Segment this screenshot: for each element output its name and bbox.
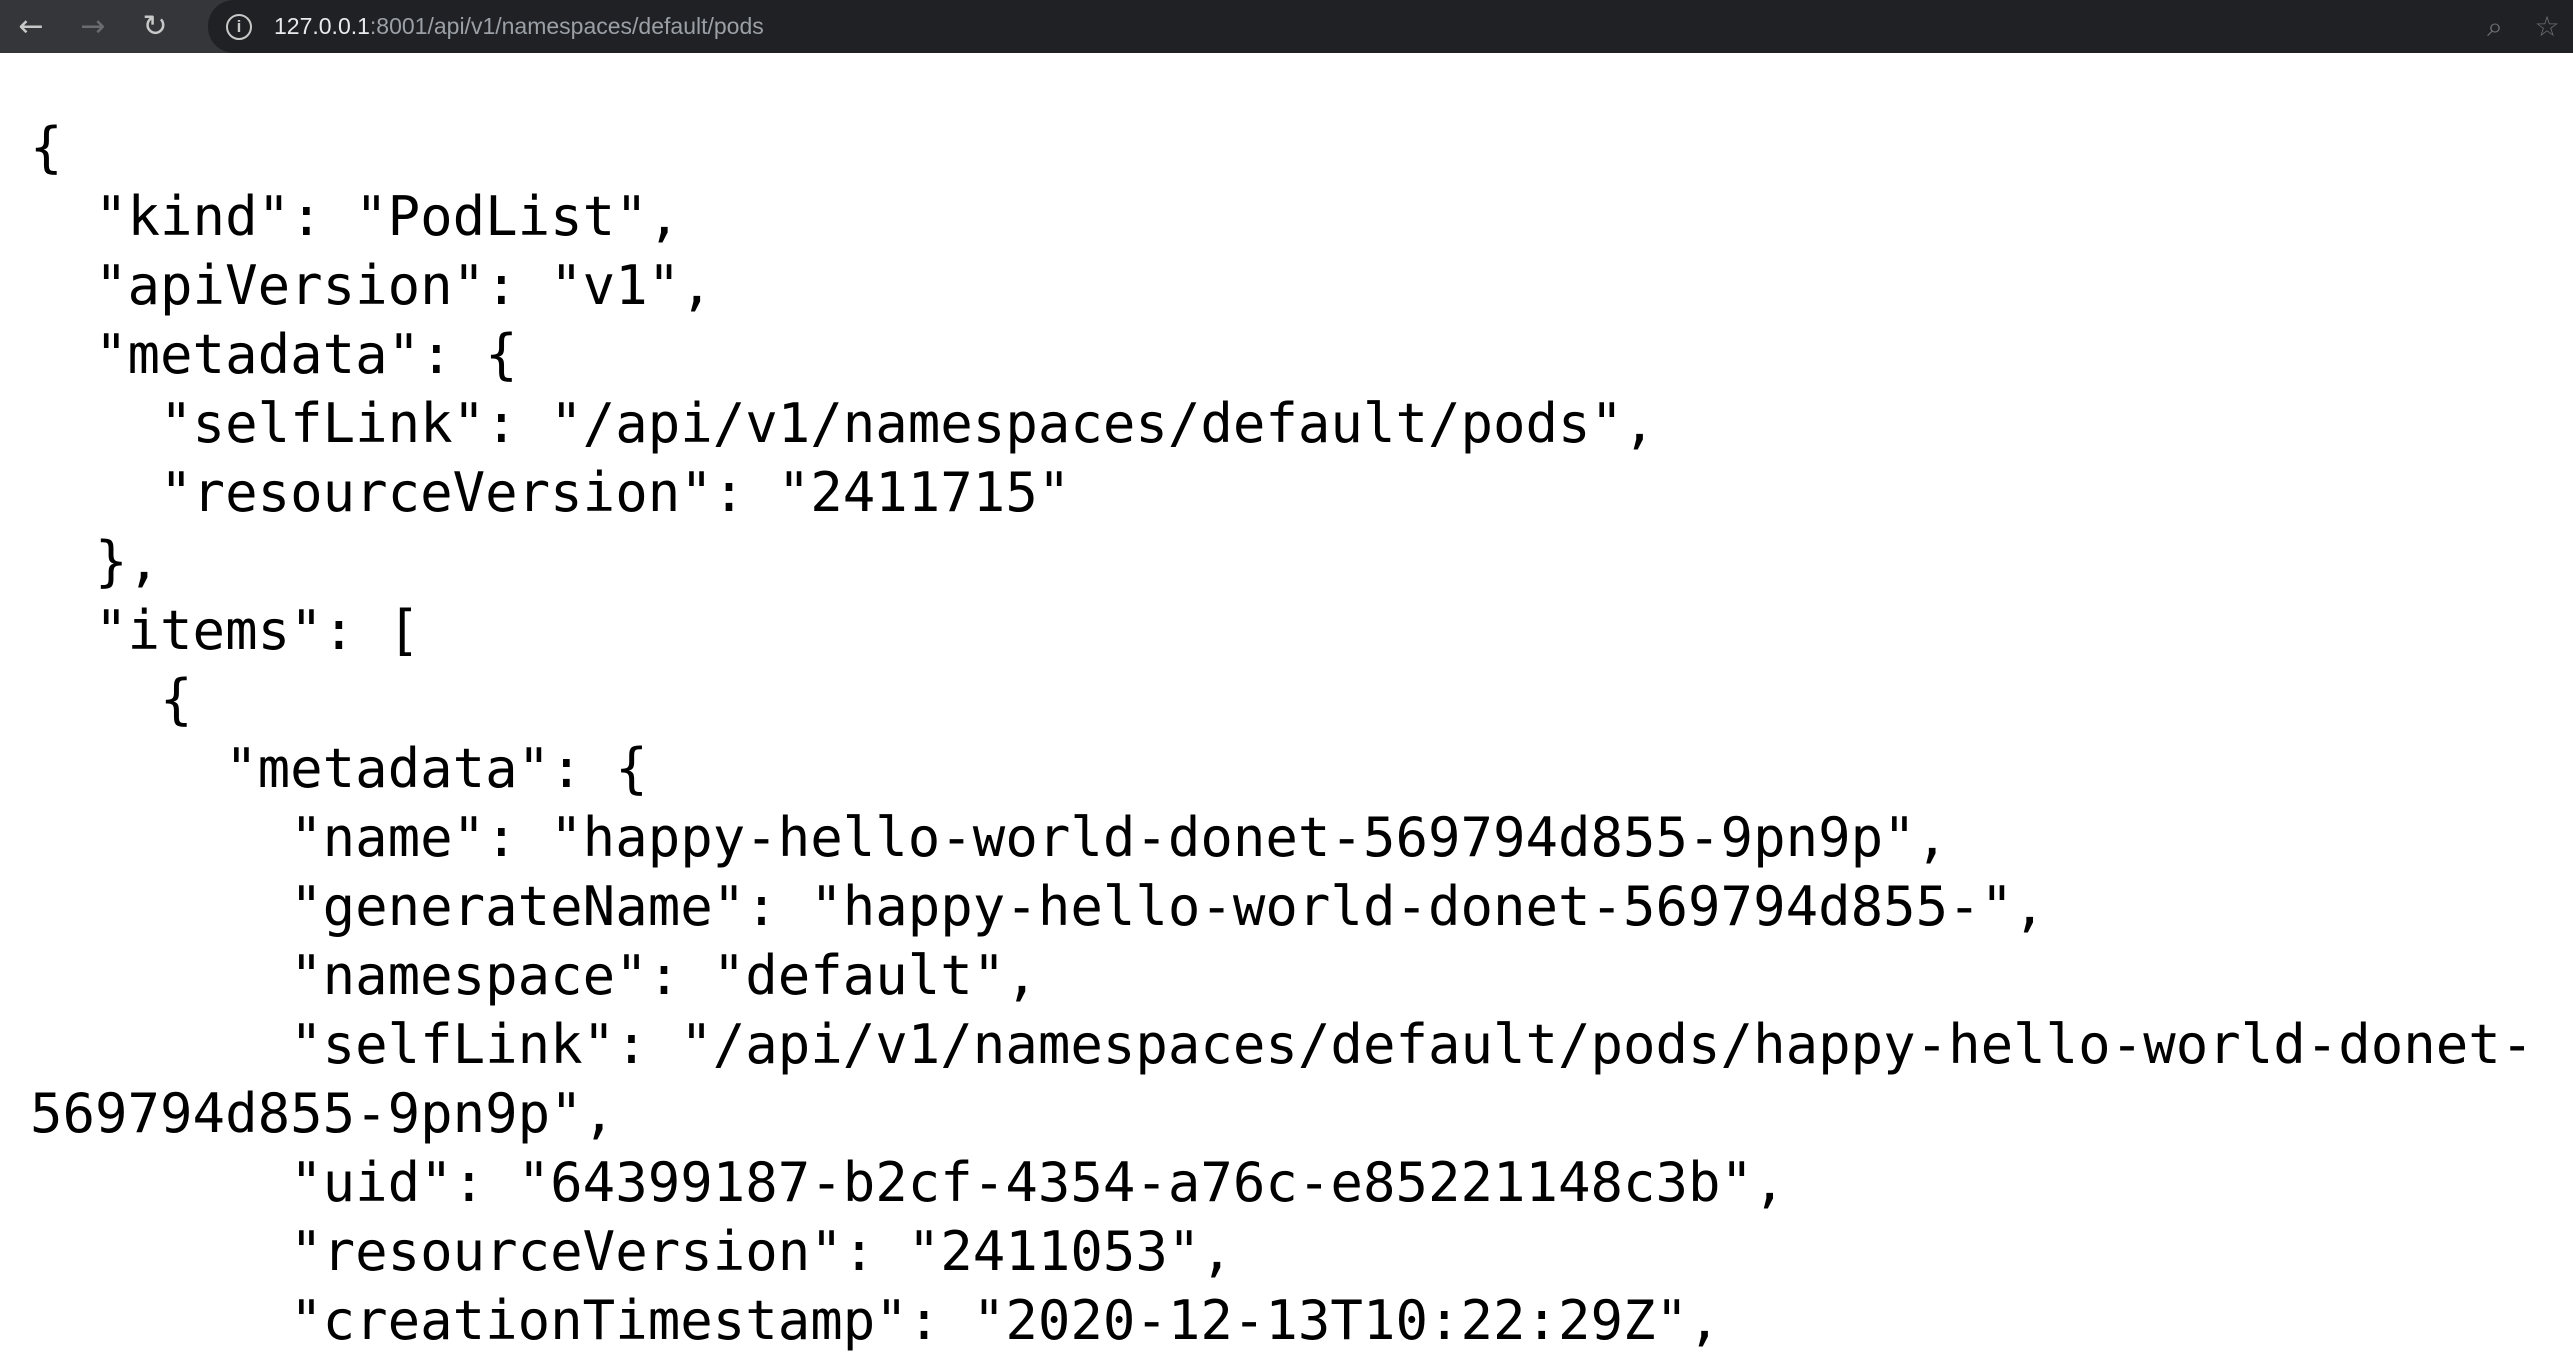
json-line: { <box>30 116 63 179</box>
json-line: }, <box>30 530 161 593</box>
omnibox-actions: ⌕ ☆ <box>2469 0 2573 53</box>
json-line: { <box>30 668 193 731</box>
json-line: "selfLink": "/api/v1/namespaces/default/… <box>30 1013 2534 1076</box>
json-line: "metadata": { <box>30 323 518 386</box>
bookmark-star-icon[interactable]: ☆ <box>2521 0 2573 53</box>
json-line: "apiVersion": "v1", <box>30 254 713 317</box>
json-line: "creationTimestamp": "2020-12-13T10:22:2… <box>30 1289 1721 1352</box>
address-bar[interactable]: i 127.0.0.1:8001/api/v1/namespaces/defau… <box>208 0 2573 53</box>
json-line: "generateName": "happy-hello-world-donet… <box>30 875 2046 938</box>
url-host: 127.0.0.1 <box>274 13 370 39</box>
json-line: "namespace": "default", <box>30 944 1038 1007</box>
json-line: "resourceVersion": "2411053", <box>30 1220 1233 1283</box>
json-response: { "kind": "PodList", "apiVersion": "v1",… <box>30 113 2550 1355</box>
json-line: "name": "happy-hello-world-donet-569794d… <box>30 806 1949 869</box>
info-icon[interactable]: i <box>226 13 252 40</box>
back-arrow-icon[interactable]: ← <box>0 0 62 53</box>
forward-arrow-icon[interactable]: → <box>62 0 124 53</box>
json-line: "uid": "64399187-b2cf-4354-a76c-e8522114… <box>30 1151 1786 1214</box>
json-line: "items": [ <box>30 599 421 662</box>
reload-icon[interactable]: ↻ <box>124 0 186 53</box>
zoom-icon[interactable]: ⌕ <box>2469 0 2521 53</box>
browser-toolbar: ← → ↻ i 127.0.0.1:8001/api/v1/namespaces… <box>0 0 2573 53</box>
json-line: "kind": "PodList", <box>30 185 681 248</box>
url-text[interactable]: 127.0.0.1:8001/api/v1/namespaces/default… <box>274 13 764 40</box>
page-content: { "kind": "PodList", "apiVersion": "v1",… <box>30 113 2550 1355</box>
url-path: :8001/api/v1/namespaces/default/pods <box>369 13 764 39</box>
json-line: "metadata": { <box>30 737 648 800</box>
json-line: "selfLink": "/api/v1/namespaces/default/… <box>30 392 1656 455</box>
json-line: 569794d855-9pn9p", <box>30 1082 616 1145</box>
json-line: "resourceVersion": "2411715" <box>30 461 1071 524</box>
